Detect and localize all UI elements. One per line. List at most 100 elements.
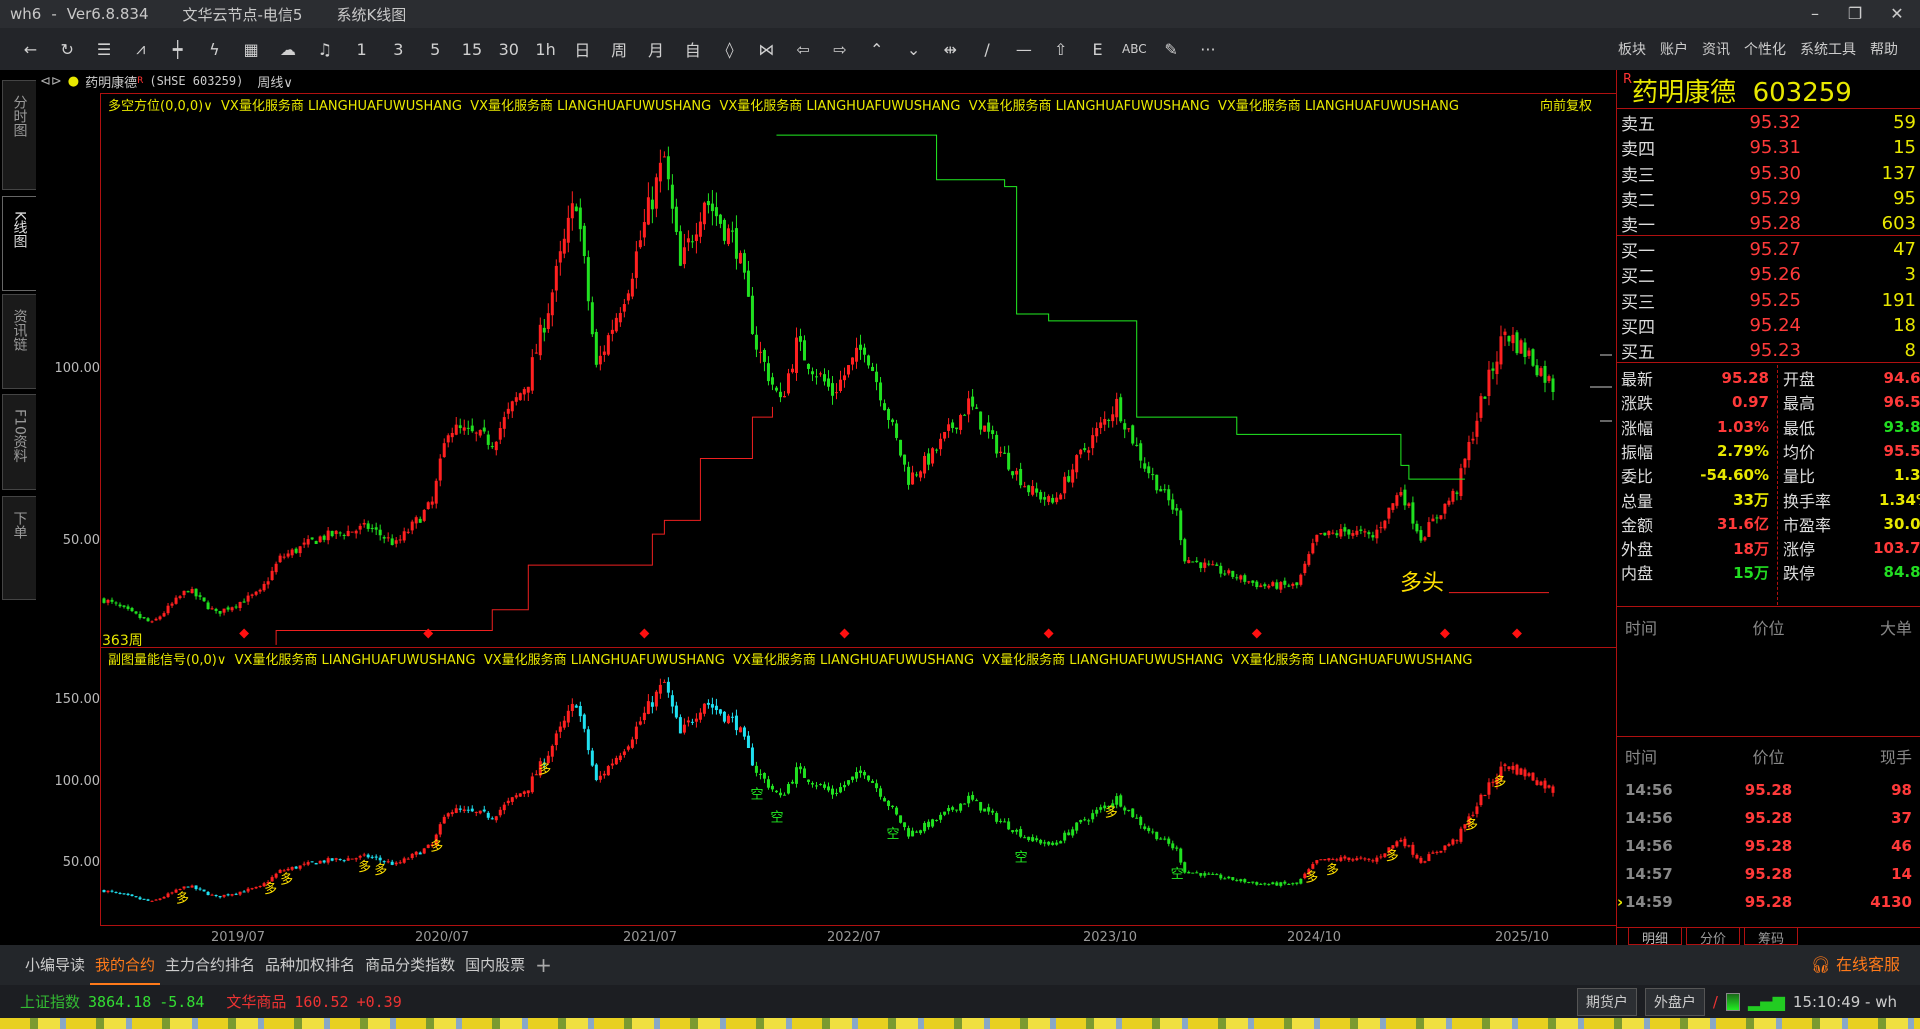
sub-candle [158,898,162,900]
order-book-row[interactable]: 卖五 95.32 59 [1621,110,1916,135]
candle [402,531,406,541]
stat-value: 96.50 [1883,393,1920,412]
sub-candle [1311,864,1315,869]
sub-candle [270,877,274,882]
order-book-row[interactable]: 卖二 95.29 95 [1621,186,1916,211]
order-book-row[interactable]: 买一 95.27 47 [1621,237,1916,262]
sub-candle [162,896,166,899]
minimize-button[interactable]: – [1800,4,1830,23]
sub-candle [1003,821,1007,823]
sub-candle [1447,843,1451,846]
candle [1179,510,1183,541]
candle [1103,419,1107,425]
tab-price-dist[interactable]: 分价 [1686,928,1740,947]
tab-domestic-stocks[interactable]: 国内股票 [460,945,530,985]
candle [798,336,802,342]
order-book-row[interactable]: 买二 95.26 3 [1621,262,1916,287]
sub-candle [1115,796,1119,805]
tab-category-index[interactable]: 商品分类指数 [360,945,460,985]
order-book-row[interactable]: 卖一 95.28 603 [1621,211,1916,236]
candle [1167,489,1171,501]
candle [1271,582,1275,586]
kline-chart[interactable]: 多多多多 多多多空空空空多空 多多多多多 [0,0,1616,945]
candle [1479,396,1483,418]
foreign-account-button[interactable]: 外盘户 [1644,987,1705,1016]
candle [1287,585,1291,587]
index1-change: -5.84 [159,992,205,1011]
candle [1471,438,1475,441]
futures-account-button[interactable]: 期货户 [1576,987,1637,1016]
sub-candle [1011,830,1015,833]
candle [1367,532,1371,535]
candle [638,240,642,248]
signal-label: 空 [1015,851,1028,866]
tab-detail[interactable]: 明细 [1628,928,1682,947]
tick-price: 95.28 [1744,893,1793,911]
add-tab-button[interactable]: + [530,945,557,985]
candle [422,510,426,521]
menu-account[interactable]: 账户 [1660,39,1688,59]
order-book-row[interactable]: 买五 95.23 8 [1621,338,1916,363]
candle [434,480,438,504]
candle [370,527,374,529]
signal-label: 空 [887,827,900,842]
order-book-row[interactable]: 买三 95.25 191 [1621,288,1916,313]
candle [318,536,322,543]
tab-my-contracts[interactable]: 我的合约 [90,945,161,985]
menu-news[interactable]: 资讯 [1702,39,1730,59]
candle [538,324,542,356]
order-book-row[interactable]: 卖三 95.30 137 [1621,161,1916,186]
restore-button[interactable]: ❐ [1840,4,1870,23]
index1-name[interactable]: 上证指数 [20,991,80,1012]
candle [554,265,558,291]
candle [1067,476,1071,482]
index2-name[interactable]: 文华商品 [226,991,286,1012]
sub-candle [1427,854,1431,862]
candle [754,334,758,350]
tick-qty: 37 [1891,809,1912,827]
candle [1383,520,1387,529]
stat-value: 1.34% [1878,490,1920,509]
menu-system-tools[interactable]: 系统工具 [1800,39,1856,59]
order-book-row[interactable]: 卖四 95.31 15 [1621,135,1916,160]
candle [382,537,386,539]
sub-candle [806,779,810,782]
stat-row: 外盘 18万 [1621,536,1769,560]
stat-row: 涨停 103.74 [1783,536,1920,560]
sub-candle [446,813,450,817]
sub-candle [742,727,746,737]
candle [1039,492,1043,500]
tab-weighted-rank[interactable]: 品种加权排名 [260,945,360,985]
tab-main-contract-rank[interactable]: 主力合约排名 [160,945,260,985]
sub-candle [602,773,606,776]
order-book-row[interactable]: 买四 95.24 18 [1621,313,1916,338]
online-service-button[interactable]: 🎧︎ 在线客服 [1811,945,1900,985]
menu-help[interactable]: 帮助 [1870,39,1898,59]
tab-chips[interactable]: 筹码 [1744,928,1798,947]
candle [1339,528,1343,537]
candle [1443,503,1447,514]
candle [182,590,186,596]
level-label: 卖二 [1621,190,1655,211]
menu-sector[interactable]: 板块 [1618,39,1646,59]
candle [1075,455,1079,473]
level-label: 卖三 [1621,165,1655,186]
close-button[interactable]: ✕ [1882,4,1912,23]
candle [622,304,626,312]
sub-candle [522,791,526,794]
candle [1203,562,1207,568]
tab-editor-picks[interactable]: 小编导读 [20,945,90,985]
signal-label: 多 [176,890,189,906]
menu-personalize[interactable]: 个性化 [1744,39,1786,59]
candle [454,424,458,435]
candle [1123,423,1127,430]
sub-candle [550,745,554,757]
sub-candle [686,720,690,723]
candle [170,603,174,606]
sub-candle [710,704,714,708]
sub-candle [1015,829,1019,832]
candle [1363,531,1367,533]
sub-candle [318,860,322,864]
sub-candle [694,718,698,722]
tick-qty: 98 [1891,781,1912,799]
